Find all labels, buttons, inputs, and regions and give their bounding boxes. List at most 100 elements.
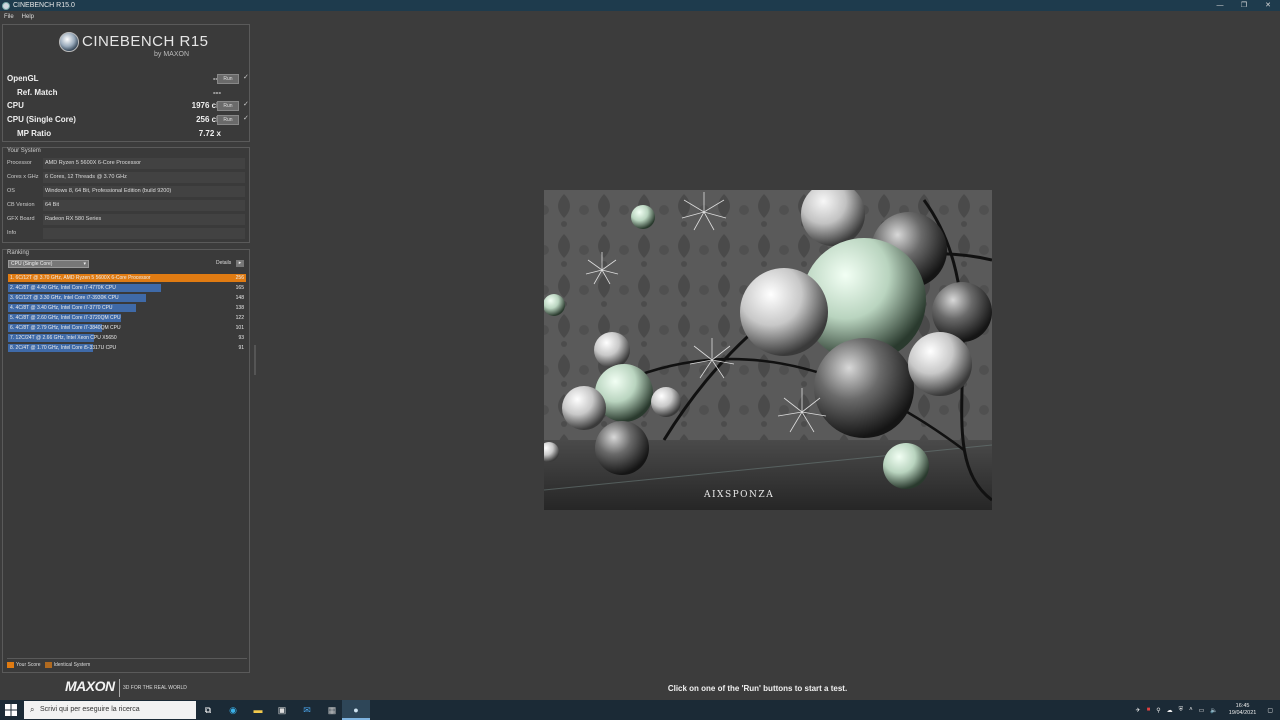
ranking-label: 6. 4C/8T @ 2.79 GHz, Intel Core i7-3840Q… [10,325,121,331]
ranking-score: 101 [235,325,244,331]
identical-system-label: Identical System [53,662,91,668]
test-row-0: OpenGL ---Run ✓ [7,73,249,86]
minimize-button[interactable]: — [1208,0,1232,11]
display-tray-icon[interactable]: ▭ [1199,707,1205,714]
chevron-down-icon: ▾ [83,261,86,267]
cinebench-logo: CINEBENCH R15 by MAXON [59,32,209,64]
volume-icon[interactable]: 🔈 [1210,707,1217,714]
onedrive-tray-icon[interactable]: ☁ [1167,707,1173,714]
ranking-select-value: CPU (Single Core) [11,261,53,267]
ranking-row[interactable]: 3. 6C/12T @ 3.30 GHz, Intel Core i7-3930… [8,294,246,302]
close-button[interactable]: ✕ [1256,0,1280,11]
window-title: CINEBENCH R15.0 [13,2,75,9]
ranking-score: 91 [238,345,244,351]
maximize-button[interactable]: ❐ [1232,0,1256,11]
ranking-legend: Your Score Identical System [7,658,247,668]
ranking-row[interactable]: 2. 4C/8T @ 4.40 GHz, Intel Core i7-4770K… [8,284,246,292]
chevron-up-icon[interactable]: ˄ [1189,707,1193,713]
taskbar-clock[interactable]: 16:45 19/04/2021 [1229,703,1257,717]
ranking-row[interactable]: 1. 6C/12T @ 3.70 GHz, AMD Ryzen 5 5600X … [8,274,246,282]
taskbar: ⌕ Scrivi qui per eseguire la ricerca ⧉ ◉… [0,700,1280,720]
details-toggle-button[interactable]: ▸ [236,260,244,267]
your-system-panel: Your System Processor AMD Ryzen 5 5600X 6… [2,147,250,243]
system-value-field[interactable] [43,228,245,239]
run-button[interactable]: Run [217,115,239,125]
edge-browser-icon[interactable]: ◉ [226,703,240,717]
clock-time: 16:45 [1235,703,1250,709]
render-watermark: AIXSPONZA [703,490,774,500]
system-key: OS [7,188,15,194]
task-view-icon[interactable]: ⧉ [201,703,215,717]
notifications-icon[interactable]: ▢ [1267,707,1273,714]
your-score-label: Your Score [16,662,41,668]
taskbar-search-placeholder: Scrivi qui per eseguire la ricerca [40,706,140,713]
system-row: GFX Board Radeon RX 580 Series [7,214,245,225]
menu-help[interactable]: Help [22,14,34,20]
system-row: Processor AMD Ryzen 5 5600X 6-Core Proces… [7,158,245,169]
identical-system-swatch [44,662,52,668]
system-key: GFX Board [7,216,35,222]
test-score: 256 cb [196,115,221,124]
system-row: Cores x GHz 6 Cores, 12 Threads @ 3.70 GH… [7,172,245,183]
system-value-field: Radeon RX 580 Series [43,214,245,225]
clock-date: 19/04/2021 [1228,710,1257,716]
test-row-2: CPU 1976 cb Run ✓ [7,100,249,113]
system-value-field: AMD Ryzen 5 5600X 6-Core Processor [43,158,245,169]
tests-panel: CINEBENCH R15 by MAXON OpenGL---Run✓Ref.… [2,24,250,142]
checkmark-icon[interactable]: ✓ [243,73,249,81]
panel-splitter-handle[interactable] [254,345,256,375]
legend-divider [7,658,247,659]
taskbar-search-box[interactable]: ⌕ Scrivi qui per eseguire la ricerca [24,701,196,719]
ranking-score: 122 [235,315,244,321]
amd-tray-icon[interactable]: ■ [1147,707,1151,713]
ranking-label: 8. 2C/4T @ 1.70 GHz, Intel Core i5-3317U… [10,345,117,351]
file-explorer-icon[interactable]: ▬ [251,703,265,717]
title-bar: CINEBENCH R15.0 — ❐ ✕ [0,0,1280,11]
render-preview-image: AIXSPONZA [544,190,992,510]
security-tray-icon[interactable]: ⛨ [1179,707,1184,714]
render-scene: AIXSPONZA [544,190,992,510]
brand-divider [119,679,120,697]
details-label: Details [216,260,232,266]
menu-file[interactable]: File [4,14,14,20]
run-button[interactable]: Run [217,101,239,111]
test-row-4: MP Ratio 7.72 x [7,128,247,141]
system-row: OS Windows 8, 64 Bit, Professional Editio… [7,186,245,197]
usb-tray-icon[interactable]: ⚲ [1156,707,1160,714]
store-icon[interactable]: ▣ [275,703,289,717]
ranking-label: 3. 6C/12T @ 3.30 GHz, Intel Core i7-3930… [10,295,119,301]
ranking-label: 7. 12C/24T @ 2.66 GHz, Intel Xeon CPU X5… [10,335,117,341]
ranking-panel: Ranking CPU (Single Core) ▾ Details ▸ 1.… [2,249,250,673]
cinebench-taskbar-button[interactable]: ● [342,700,370,720]
system-key: Info [7,230,17,236]
system-key: CB Version [7,202,35,208]
mail-icon[interactable]: ✉ [300,703,314,717]
ranking-row[interactable]: 6. 4C/8T @ 2.79 GHz, Intel Core i7-3840Q… [8,324,246,332]
ranking-score: 93 [238,335,244,341]
ranking-score: 148 [235,295,244,301]
system-tray: ✈ ■ ⚲ ☁ ⛨ ˄ ▭ 🔈 16:45 19/04/2021 ▢ [1133,700,1276,720]
windows-start-icon[interactable] [4,703,18,717]
ranking-score: 138 [235,305,244,311]
ranking-label: 1. 6C/12T @ 3.70 GHz, AMD Ryzen 5 5600X … [10,275,151,281]
maxon-logo: MAXON [65,678,115,694]
test-label: MP Ratio [17,129,52,138]
ranking-label: 5. 4C/8T @ 2.60 GHz, Intel Core i7-3720Q… [10,315,121,321]
ranking-score: 165 [235,285,244,291]
calculator-icon[interactable]: ▦ [325,703,339,717]
logo-by: by MAXON [154,51,190,58]
system-key: Cores x GHz [7,174,39,180]
checkmark-icon[interactable]: ✓ [243,100,249,108]
ranking-row[interactable]: 7. 12C/24T @ 2.66 GHz, Intel Xeon CPU X5… [8,334,246,342]
checkmark-icon[interactable]: ✓ [243,114,249,122]
ranking-row[interactable]: 5. 4C/8T @ 2.60 GHz, Intel Core i7-3720Q… [8,314,246,322]
system-value-field: 6 Cores, 12 Threads @ 3.70 GHz [43,172,245,183]
test-row-1: Ref. Match --- [7,87,247,100]
system-row: CB Version 64 Bit [7,200,245,211]
search-icon: ⌕ [30,705,35,714]
ranking-row[interactable]: 8. 2C/4T @ 1.70 GHz, Intel Core i5-3317U… [8,344,246,352]
network-tray-icon[interactable]: ✈ [1136,707,1141,714]
ranking-select[interactable]: CPU (Single Core) ▾ [8,260,89,268]
ranking-row[interactable]: 4. 4C/8T @ 3.40 GHz, Intel Core i7-3770 … [8,304,246,312]
run-button[interactable]: Run [217,74,239,84]
